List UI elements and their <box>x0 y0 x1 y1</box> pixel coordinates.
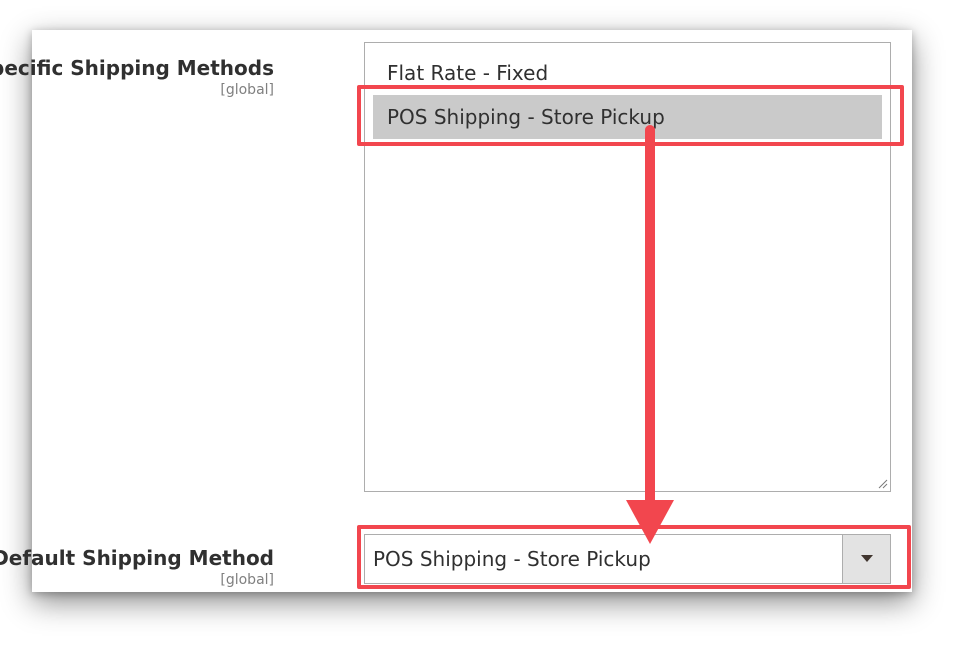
default-shipping-method-label: Default Shipping Method <box>0 546 274 570</box>
resize-grip-icon[interactable] <box>878 479 888 489</box>
highlight-selected-option <box>357 85 904 146</box>
default-shipping-method-scope: [global] <box>220 572 274 588</box>
highlight-default-select <box>357 525 911 589</box>
specific-shipping-methods-label: Specific Shipping Methods <box>0 56 274 80</box>
specific-shipping-methods-scope: [global] <box>220 82 274 98</box>
